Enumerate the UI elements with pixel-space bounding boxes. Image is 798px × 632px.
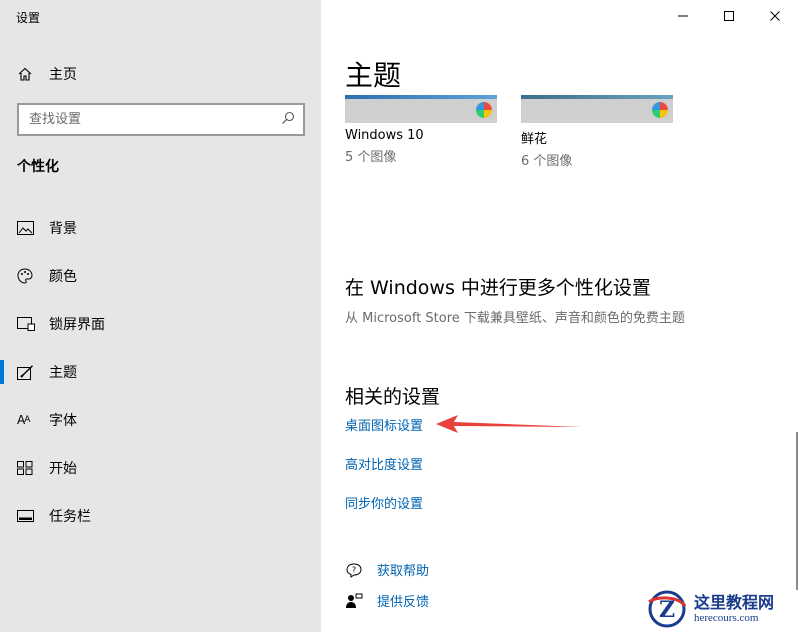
minimize-icon <box>678 15 688 17</box>
theme-name: 鲜花 <box>521 132 548 147</box>
watermark-url: herecours.com <box>694 611 759 624</box>
search-input[interactable] <box>29 112 259 127</box>
sidebar-item-label: 主题 <box>49 365 77 381</box>
theme-count: 6 个图像 <box>521 154 573 169</box>
sync-settings-link[interactable]: 同步你的设置 <box>345 493 423 512</box>
high-contrast-settings-link[interactable]: 高对比度设置 <box>345 454 423 473</box>
search-icon[interactable] <box>281 110 295 129</box>
get-help-link[interactable]: ? 获取帮助 <box>345 560 429 579</box>
theme-card-windows10[interactable]: Windows 10 5 个图像 <box>345 95 497 165</box>
maximize-button[interactable] <box>706 0 752 32</box>
sidebar-item-label: 任务栏 <box>49 509 91 525</box>
theme-brush-icon <box>17 364 39 380</box>
sidebar-item-colors[interactable]: 颜色 <box>0 252 321 300</box>
theme-card-flowers[interactable]: 鲜花 6 个图像 <box>521 95 673 169</box>
sidebar-item-lock-screen[interactable]: 锁屏界面 <box>0 300 321 348</box>
help-label: 获取帮助 <box>377 564 430 579</box>
sidebar-nav: 背景 颜色 锁屏界面 主题 AA 字体 开始 任务栏 <box>0 204 321 540</box>
section-title: 个性化 <box>17 159 59 175</box>
sidebar-item-background[interactable]: 背景 <box>0 204 321 252</box>
sidebar-item-fonts[interactable]: AA 字体 <box>0 396 321 444</box>
color-wheel-icon <box>476 102 492 118</box>
sidebar-item-label: 主页 <box>49 67 77 83</box>
lock-screen-icon <box>17 317 39 331</box>
more-personalization-title: 在 Windows 中进行更多个性化设置 <box>345 277 651 299</box>
help-chat-icon: ? <box>345 562 367 578</box>
svg-text:?: ? <box>352 565 356 574</box>
more-personalization-description: 从 Microsoft Store 下载兼具壁纸、声音和颜色的免费主题 <box>345 311 685 326</box>
taskbar-icon <box>17 510 39 522</box>
related-settings-title: 相关的设置 <box>345 386 441 408</box>
feedback-link[interactable]: 提供反馈 <box>345 591 429 610</box>
sidebar-item-themes[interactable]: 主题 <box>0 348 321 396</box>
theme-name: Windows 10 <box>345 128 424 143</box>
sidebar-item-label: 开始 <box>49 461 77 477</box>
image-icon <box>17 221 39 235</box>
window-controls <box>660 0 798 32</box>
sidebar-item-start[interactable]: 开始 <box>0 444 321 492</box>
theme-count: 5 个图像 <box>345 150 397 165</box>
watermark-logo: Z <box>648 590 687 628</box>
palette-icon <box>17 268 39 284</box>
watermark: Z 这里教程网 herecours.com <box>646 588 794 630</box>
close-icon <box>770 11 780 21</box>
minimize-button[interactable] <box>660 0 706 32</box>
feedback-icon <box>345 593 367 609</box>
svg-text:Z: Z <box>659 597 675 623</box>
theme-thumbnail[interactable] <box>521 95 673 123</box>
close-button[interactable] <box>752 0 798 32</box>
watermark-title: 这里教程网 <box>694 592 775 612</box>
red-arrow-annotation <box>436 415 582 433</box>
font-icon: AA <box>17 413 30 427</box>
desktop-icon-settings-link[interactable]: 桌面图标设置 <box>345 415 423 434</box>
theme-thumbnail[interactable] <box>345 95 497 123</box>
app-title: 设置 <box>16 11 41 25</box>
sidebar-item-taskbar[interactable]: 任务栏 <box>0 492 321 540</box>
sidebar-item-label: 字体 <box>49 413 77 429</box>
page-title: 主题 <box>345 59 402 92</box>
search-box[interactable] <box>17 103 305 136</box>
sidebar-item-home[interactable]: 主页 <box>0 58 321 90</box>
color-wheel-icon <box>652 102 668 118</box>
sidebar-item-label: 锁屏界面 <box>49 317 105 333</box>
start-icon <box>17 461 39 475</box>
sidebar-item-label: 背景 <box>49 221 77 237</box>
maximize-icon <box>724 11 734 21</box>
sidebar: 设置 主页 个性化 背景 颜色 锁屏界面 <box>0 0 321 632</box>
feedback-label: 提供反馈 <box>377 595 430 610</box>
sidebar-item-label: 颜色 <box>49 269 77 285</box>
home-icon <box>17 66 39 82</box>
